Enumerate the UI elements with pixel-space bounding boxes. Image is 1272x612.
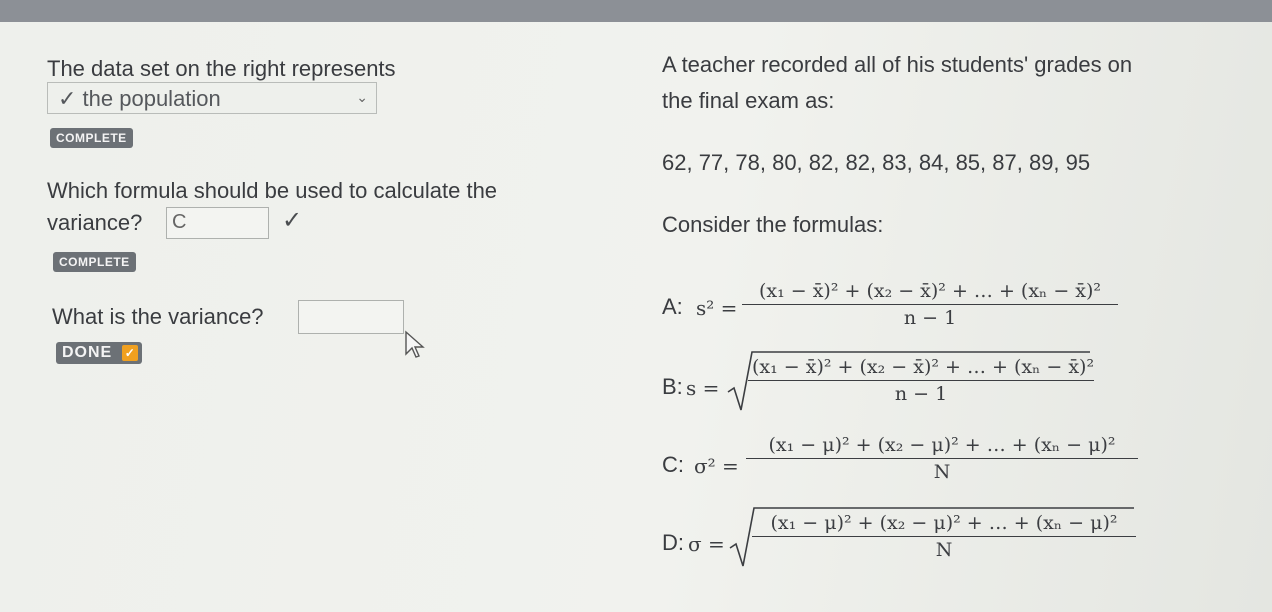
window-top-bar bbox=[0, 0, 1272, 22]
formula-d-fraction: (x₁ − μ)² + (x₂ − μ)² + … + (xₙ − μ)² N bbox=[752, 512, 1136, 561]
formula-a-numerator: (x₁ − x̄)² + (x₂ − x̄)² + … + (xₙ − x̄)² bbox=[758, 280, 1102, 302]
formula-c-label: C: bbox=[662, 452, 684, 477]
formula-b-label: B: bbox=[662, 374, 683, 399]
population-sample-dropdown[interactable]: ✓ the population ⌄ bbox=[47, 82, 377, 114]
formula-c-fraction-bar bbox=[746, 458, 1138, 459]
formula-choice-value: C bbox=[172, 211, 187, 233]
formula-a-label: A: bbox=[662, 294, 683, 319]
formula-d-denominator: N bbox=[935, 539, 953, 561]
formula-d-label: D: bbox=[662, 530, 684, 555]
formula-a-lhs: s² = bbox=[696, 296, 738, 320]
intro-line2: the final exam as: bbox=[662, 88, 835, 113]
checkmark-icon: ✓ bbox=[282, 207, 303, 234]
formula-b-fraction: (x₁ − x̄)² + (x₂ − x̄)² + … + (xₙ − x̄)²… bbox=[748, 356, 1094, 405]
checkbox-checked-icon: ✓ bbox=[122, 345, 139, 361]
variance-answer-input[interactable] bbox=[298, 300, 404, 334]
formula-c-denominator: N bbox=[933, 461, 951, 483]
formula-a-denominator: n − 1 bbox=[903, 307, 957, 329]
formula-b-lhs: s = bbox=[686, 376, 720, 400]
q3-done-badge: DONE ✓ bbox=[56, 342, 143, 364]
q2-prompt-line2: variance? bbox=[47, 210, 143, 235]
mouse-cursor-icon bbox=[405, 330, 425, 358]
formula-d-numerator: (x₁ − μ)² + (x₂ − μ)² + … + (xₙ − μ)² bbox=[770, 512, 1118, 534]
formula-d-lhs: σ = bbox=[688, 532, 725, 556]
intro-line1: A teacher recorded all of his students' … bbox=[662, 52, 1133, 77]
formula-a-fraction: (x₁ − x̄)² + (x₂ − x̄)² + … + (xₙ − x̄)²… bbox=[742, 280, 1118, 329]
formula-b-fraction-bar bbox=[748, 380, 1094, 381]
chevron-down-icon: ⌄ bbox=[356, 89, 368, 105]
grades-data-list: 62, 77, 78, 80, 82, 82, 83, 84, 85, 87, … bbox=[662, 150, 1091, 175]
formula-b-denominator: n − 1 bbox=[894, 383, 948, 405]
formula-c-numerator: (x₁ − μ)² + (x₂ − μ)² + … + (xₙ − μ)² bbox=[768, 434, 1116, 456]
formula-b-numerator: (x₁ − x̄)² + (x₂ − x̄)² + … + (xₙ − x̄)² bbox=[752, 356, 1095, 378]
formula-choice-input[interactable]: C bbox=[166, 207, 269, 239]
formula-a-fraction-bar bbox=[742, 304, 1118, 305]
q2-prompt-line1: Which formula should be used to calculat… bbox=[47, 178, 498, 203]
consider-formulas-label: Consider the formulas: bbox=[662, 212, 884, 237]
q2-complete-badge: COMPLETE bbox=[53, 252, 136, 272]
done-label: DONE bbox=[62, 344, 113, 361]
q1-prompt: The data set on the right represents bbox=[47, 56, 396, 81]
formula-c-lhs: σ² = bbox=[694, 454, 739, 478]
formula-d-fraction-bar bbox=[752, 536, 1136, 537]
q1-complete-badge: COMPLETE bbox=[50, 128, 133, 148]
formula-c-fraction: (x₁ − μ)² + (x₂ − μ)² + … + (xₙ − μ)² N bbox=[746, 434, 1138, 483]
q3-prompt: What is the variance? bbox=[52, 304, 264, 329]
dropdown-selected-value: ✓ the population bbox=[58, 86, 221, 111]
